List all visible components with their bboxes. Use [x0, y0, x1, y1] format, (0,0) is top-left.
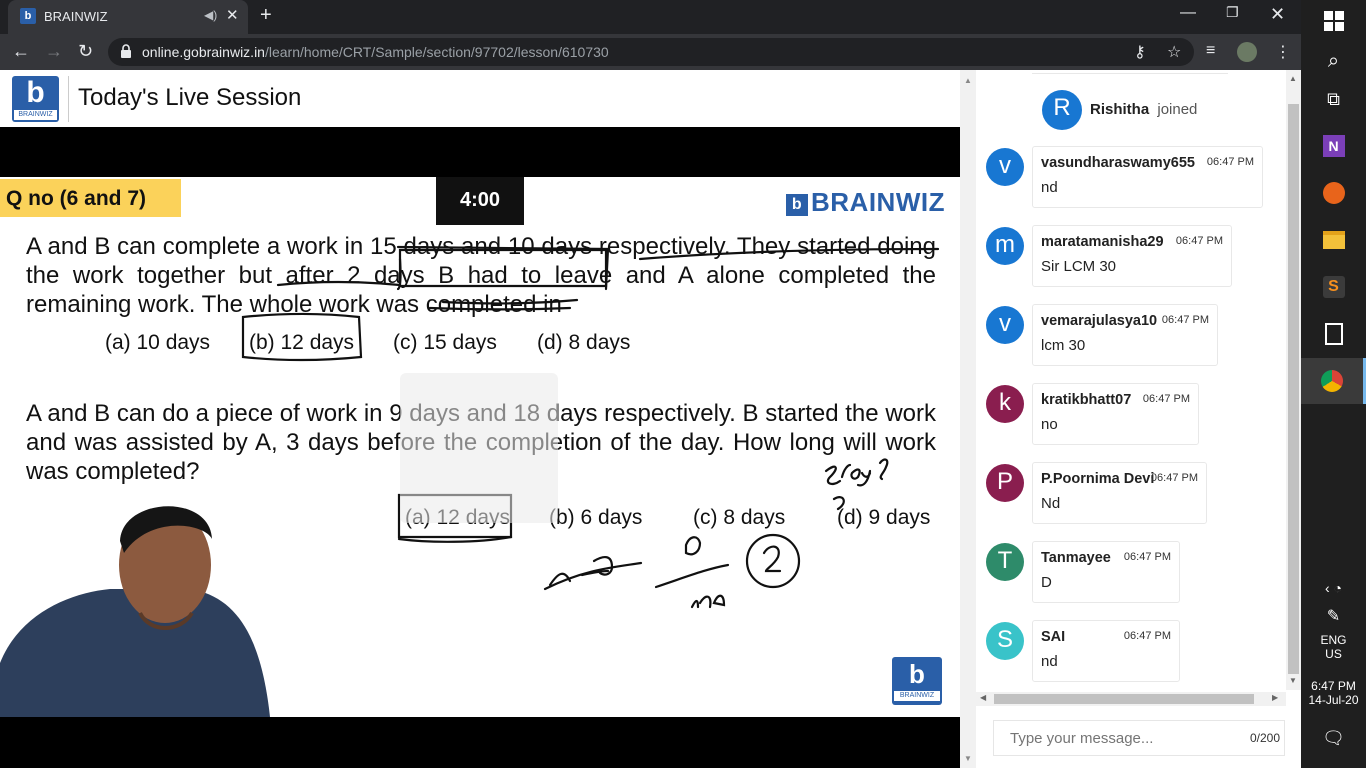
chat-message-text: lcm 30	[1041, 337, 1086, 354]
join-notice: Rishitha joined	[1090, 101, 1198, 118]
brainwiz-logo[interactable]: b BRAINWIZ	[12, 76, 59, 122]
browser-toolbar: ← → ↻ online.gobrainwiz.in/learn/home/CR…	[0, 34, 1301, 70]
chat-message-text: nd	[1041, 179, 1058, 196]
chat-avatar: m	[986, 227, 1024, 265]
sublime-text-icon[interactable]: S	[1301, 264, 1366, 310]
notification-icon[interactable]: 🗨	[1301, 728, 1366, 749]
chat-timestamp: 06:47 PM	[1123, 551, 1171, 563]
chat-avatar: S	[986, 622, 1024, 660]
chat-message: vemarajulasya10 06:47 PM lcm 30	[1032, 304, 1218, 366]
menu-dots-icon[interactable]: ⋮	[1275, 42, 1291, 62]
chat-message-text: D	[1041, 574, 1052, 591]
chat-panel: R Rishitha joined v vasundharaswamy655 06:…	[976, 70, 1288, 768]
chat-message: vasundharaswamy655 06:47 PM nd	[1032, 146, 1263, 208]
chat-message: P.Poornima Devi 06:47 PM Nd	[1032, 462, 1207, 524]
browser-tab[interactable]: b BRAINWIZ ◀) ✕	[8, 0, 248, 34]
chat-message-text: Sir LCM 30	[1041, 258, 1117, 275]
maximize-icon[interactable]: ❐	[1226, 4, 1239, 21]
chrome-icon[interactable]	[1301, 358, 1366, 404]
chat-timestamp: 06:47 PM	[1150, 472, 1198, 484]
profile-avatar[interactable]	[1237, 42, 1257, 62]
chat-timestamp: 06:47 PM	[1142, 393, 1190, 405]
key-icon[interactable]: ⚷	[1134, 42, 1146, 62]
file-explorer-icon[interactable]	[1301, 217, 1366, 263]
chat-message-text: nd	[1041, 653, 1058, 670]
language-indicator[interactable]: ENG US	[1301, 633, 1366, 661]
windows-logo-icon	[1323, 11, 1344, 31]
slide-footer-logo: b BRAINWIZ	[892, 657, 942, 705]
chat-timestamp: 06:47 PM	[1206, 156, 1254, 168]
tray-chevron-icon[interactable]: ‹ ◔	[1301, 580, 1366, 596]
previous-message-edge	[1032, 70, 1228, 74]
live-video-player[interactable]: Q no (6 and 7) 4:00 b BRAINWIZ A and B ca…	[0, 127, 960, 768]
new-tab-button[interactable]: +	[260, 4, 272, 27]
header-divider	[68, 76, 69, 122]
char-counter: 0/200	[1249, 731, 1280, 745]
lesson-slide: Q no (6 and 7) 4:00 b BRAINWIZ A and B ca…	[0, 177, 960, 717]
web-page: b BRAINWIZ Today's Live Session Q no (6 …	[0, 70, 1301, 768]
chat-message-field[interactable]: 0/200	[993, 720, 1285, 756]
chat-avatar: v	[986, 148, 1024, 186]
chat-avatar: P	[986, 464, 1024, 502]
session-header: b BRAINWIZ Today's Live Session	[0, 70, 960, 127]
chat-timestamp: 06:47 PM	[1123, 630, 1171, 642]
left-scrollbar[interactable]: ▲ ▼	[960, 70, 976, 768]
address-bar[interactable]: online.gobrainwiz.in/learn/home/CRT/Samp…	[108, 38, 1194, 66]
page-title: Today's Live Session	[78, 84, 302, 111]
media-control-icon[interactable]: ≡	[1206, 42, 1215, 60]
chat-message-text: no	[1041, 416, 1058, 433]
clock[interactable]: 6:47 PM 14-Jul-20	[1301, 679, 1366, 707]
firefox-icon[interactable]	[1301, 170, 1366, 216]
chat-avatar: T	[986, 543, 1024, 581]
chat-timestamp: 06:47 PM	[1175, 235, 1223, 247]
brainwiz-favicon-icon: b	[20, 8, 36, 24]
presenter-webcam	[0, 493, 305, 717]
calculator-icon[interactable]	[1301, 311, 1366, 357]
back-icon[interactable]: ←	[12, 41, 30, 62]
chat-message: Tanmayee 06:47 PM D	[1032, 541, 1180, 603]
pen-icon[interactable]: ✎	[1301, 606, 1366, 626]
chat-message: kratikbhatt07 06:47 PM no	[1032, 383, 1199, 445]
window-close-icon[interactable]: ✕	[1270, 4, 1285, 25]
tab-audio-icon[interactable]: ◀)	[204, 8, 217, 22]
url-text: online.gobrainwiz.in/learn/home/CRT/Samp…	[142, 44, 609, 60]
chat-avatar: v	[986, 306, 1024, 344]
join-avatar: R	[1042, 90, 1082, 130]
minimize-icon[interactable]: —	[1180, 4, 1196, 22]
tab-title: BRAINWIZ	[44, 9, 108, 24]
task-view-icon[interactable]: ⧉	[1301, 76, 1366, 122]
windows-taskbar: ⌕ ⧉ N S ‹ ◔ ✎ ENG US 6:47 PM 14-Jul-20 🗨	[1301, 0, 1366, 768]
bookmark-star-icon[interactable]: ☆	[1167, 42, 1181, 62]
chat-avatar: k	[986, 385, 1024, 423]
chat-message: maratamanisha29 06:47 PM Sir LCM 30	[1032, 225, 1232, 287]
message-input[interactable]	[994, 721, 1224, 755]
reload-icon[interactable]: ↻	[78, 41, 93, 62]
onenote-icon[interactable]: N	[1301, 123, 1366, 169]
forward-icon[interactable]: →	[45, 41, 63, 62]
chat-message: SAI 06:47 PM nd	[1032, 620, 1180, 682]
lock-icon	[121, 44, 131, 58]
chat-timestamp: 06:47 PM	[1161, 314, 1209, 326]
chat-scrollbar[interactable]: ▲ ▼	[1286, 70, 1301, 690]
browser-tab-bar: b BRAINWIZ ◀) ✕ + — ❐ ✕	[0, 0, 1301, 34]
tab-close-icon[interactable]: ✕	[226, 6, 239, 24]
chat-message-text: Nd	[1041, 495, 1061, 512]
chat-horizontal-scrollbar[interactable]: ◀ ▶	[976, 692, 1286, 706]
